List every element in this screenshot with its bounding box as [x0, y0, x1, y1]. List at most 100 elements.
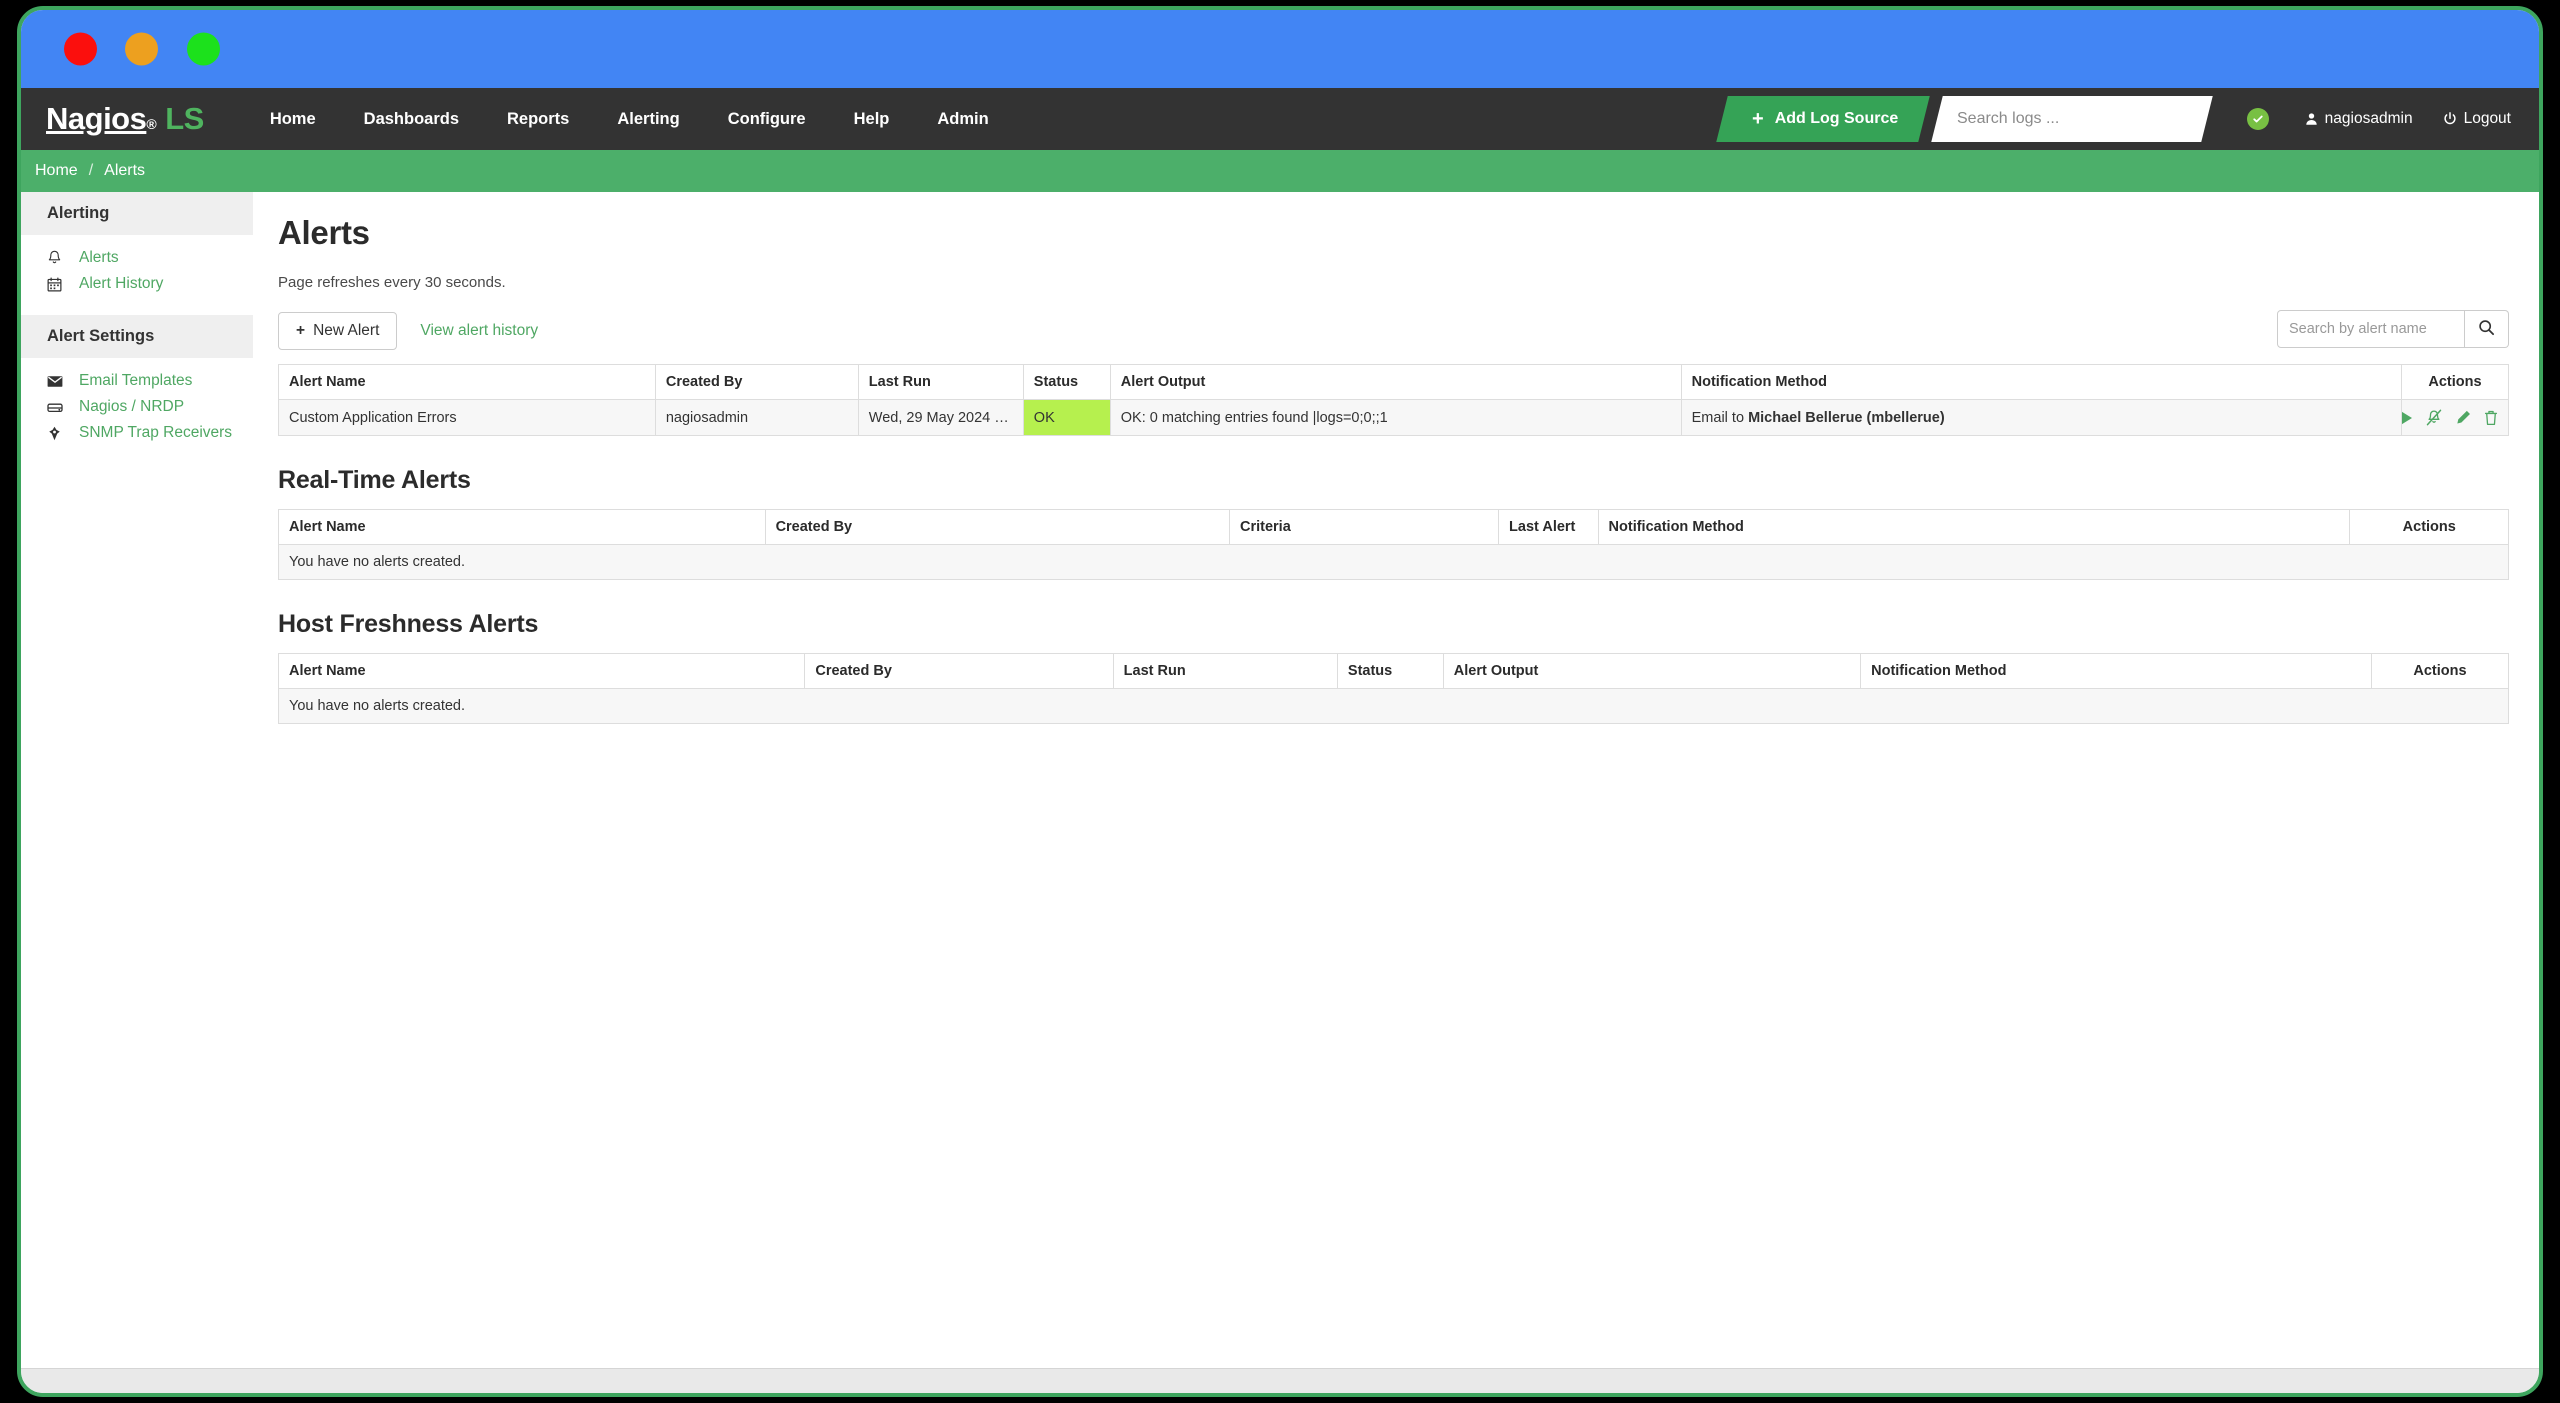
alerts-table: Alert Name Created By Last Run Status Al…	[278, 364, 2510, 436]
minimize-window-button[interactable]	[125, 32, 158, 66]
sidebar-group-alert-settings: Email Templates Nagios / NRDP SNMP Trap …	[21, 358, 253, 464]
refresh-note: Page refreshes every 30 seconds.	[278, 274, 506, 291]
nav-item-alerting[interactable]: Alerting	[593, 90, 703, 149]
column-header-alert-name: Alert Name	[277, 653, 806, 689]
table-row[interactable]: Custom Application Errors nagiosadmin We…	[278, 399, 2510, 436]
column-header-alert-output: Alert Output	[1442, 653, 1862, 689]
footer-dot: •	[277, 1397, 282, 1398]
cell-notification-method: Email to Michael Bellerue (mbellerue)	[1680, 399, 2402, 436]
page-content: Alerting Alerts Alert History Alert Sett…	[21, 192, 2539, 1368]
breadcrumb-home[interactable]: Home	[35, 162, 78, 180]
brand-logo[interactable]: Nagios ® LS	[46, 101, 204, 137]
cell-actions	[2400, 399, 2510, 436]
column-header-status: Status	[1022, 364, 1111, 400]
maximize-window-button[interactable]	[187, 32, 220, 66]
server-icon	[47, 401, 71, 414]
logout-label: Logout	[2463, 110, 2511, 127]
nav-item-reports[interactable]: Reports	[483, 90, 593, 149]
power-icon	[2443, 112, 2457, 126]
cell-alert-name: Custom Application Errors	[278, 399, 656, 436]
brand-registered-mark: ®	[146, 116, 157, 132]
realtime-alerts-table: Alert Name Created By Criteria Last Aler…	[278, 509, 2509, 580]
sidebar-item-snmp-trap-receivers[interactable]: SNMP Trap Receivers	[21, 420, 253, 446]
table-row: You have no alerts created.	[278, 688, 2509, 724]
cell-created-by: nagiosadmin	[654, 399, 859, 436]
notification-target: Michael Bellerue (mbellerue)	[1748, 409, 1945, 426]
close-window-button[interactable]	[64, 32, 97, 66]
nav-item-configure[interactable]: Configure	[704, 90, 830, 149]
sidebar-item-label: Alert History	[79, 275, 164, 292]
logout-button[interactable]: Logout	[2443, 110, 2511, 128]
footer-copyright: Copyright © 2014-2024	[2185, 1397, 2340, 1398]
nagios-enterprises-link[interactable]: Nagios Enterprises, LLC	[2346, 1397, 2509, 1398]
column-header-alert-output: Alert Output	[1109, 364, 1682, 400]
column-header-created-by: Created By	[654, 364, 859, 400]
empty-message: You have no alerts created.	[278, 544, 2509, 580]
play-icon[interactable]	[2402, 410, 2413, 426]
top-navbar: Nagios ® LS Home Dashboards Reports Alert…	[21, 88, 2539, 150]
search-logs-box[interactable]	[1930, 96, 2213, 142]
sidebar-item-label: Email Templates	[79, 372, 193, 389]
realtime-alerts-title: Real-Time Alerts	[278, 466, 471, 494]
host-freshness-alerts-table: Alert Name Created By Last Run Status Al…	[277, 653, 2510, 724]
sidebar-item-alert-history[interactable]: Alert History	[21, 271, 253, 297]
window-titlebar	[21, 10, 2539, 88]
column-header-status: Status	[1336, 653, 1444, 689]
user-name-label: nagiosadmin	[2324, 110, 2413, 127]
nav-item-admin[interactable]: Admin	[913, 90, 1012, 149]
column-header-created-by: Created By	[804, 653, 1114, 689]
cell-last-run: Wed, 29 May 2024 11:21:46 -0500	[857, 399, 1024, 436]
search-logs-input[interactable]	[1956, 110, 2197, 128]
sidebar-item-alerts[interactable]: Alerts	[21, 245, 253, 271]
legal-link[interactable]: Legal	[2116, 1397, 2153, 1398]
sidebar-item-email-templates[interactable]: Email Templates	[21, 368, 253, 394]
sidebar: Alerting Alerts Alert History Alert Sett…	[21, 192, 253, 1368]
column-header-notification-method: Notification Method	[1597, 509, 2351, 545]
column-header-criteria: Criteria	[1228, 509, 1500, 545]
nav-item-dashboards[interactable]: Dashboards	[340, 90, 483, 149]
primary-navigation: Home Dashboards Reports Alerting Configu…	[246, 90, 1013, 149]
column-header-alert-name: Alert Name	[278, 509, 766, 545]
empty-message: You have no alerts created.	[278, 688, 2509, 724]
sidebar-item-label: Alerts	[79, 249, 119, 266]
host-freshness-table-header-row: Alert Name Created By Last Run Status Al…	[277, 653, 2510, 689]
nav-item-home[interactable]: Home	[246, 90, 340, 149]
envelope-icon	[47, 375, 71, 388]
compass-icon	[47, 426, 71, 441]
new-alert-button[interactable]: + New Alert	[278, 312, 398, 350]
column-header-actions: Actions	[2400, 364, 2510, 400]
nav-item-help[interactable]: Help	[830, 90, 914, 149]
user-menu[interactable]: nagiosadmin	[2305, 110, 2413, 128]
navbar-right-group: + Add Log Source nagiosa	[1716, 88, 2539, 150]
sidebar-group-alerting: Alerts Alert History	[21, 235, 253, 315]
column-header-last-run: Last Run	[1112, 653, 1338, 689]
footer-right-group: About | Legal | Copyright © 2014-2024 Na…	[2045, 1397, 2509, 1398]
view-alert-history-link[interactable]: View alert history	[420, 322, 538, 340]
pencil-icon[interactable]	[2455, 410, 2471, 426]
sidebar-item-label: Nagios / NRDP	[79, 398, 185, 415]
column-header-notification-method: Notification Method	[1680, 364, 2402, 400]
alerts-table-header-row: Alert Name Created By Last Run Status Al…	[278, 364, 2510, 400]
sidebar-group-title-alert-settings: Alert Settings	[21, 315, 253, 358]
browser-window: Nagios ® LS Home Dashboards Reports Alert…	[17, 6, 2543, 1397]
calendar-icon	[47, 277, 71, 292]
trash-icon[interactable]	[2484, 410, 2498, 426]
column-header-created-by: Created By	[764, 509, 1230, 545]
alert-search-group	[2277, 310, 2509, 348]
host-freshness-alerts-title: Host Freshness Alerts	[278, 610, 539, 638]
user-icon	[2305, 112, 2318, 126]
about-link[interactable]: About	[2045, 1397, 2084, 1398]
check-for-updates-link[interactable]: Check for updates	[296, 1397, 418, 1398]
plus-icon: +	[296, 322, 306, 339]
add-log-source-button[interactable]: + Add Log Source	[1716, 96, 1931, 142]
sidebar-item-nagios-nrdp[interactable]: Nagios / NRDP	[21, 394, 253, 420]
alerts-action-bar: + New Alert View alert history	[278, 310, 2509, 350]
column-header-notification-method: Notification Method	[1860, 653, 2372, 689]
check-circle-icon[interactable]	[2246, 108, 2269, 130]
bell-slash-icon[interactable]	[2426, 409, 2442, 426]
alert-search-button[interactable]	[2465, 310, 2509, 348]
alert-search-input[interactable]	[2277, 310, 2465, 348]
footer-separator: |	[2099, 1397, 2103, 1398]
footer-version: 2024R1.0.1	[186, 1397, 264, 1398]
sidebar-group-title-alerting: Alerting	[21, 192, 253, 235]
